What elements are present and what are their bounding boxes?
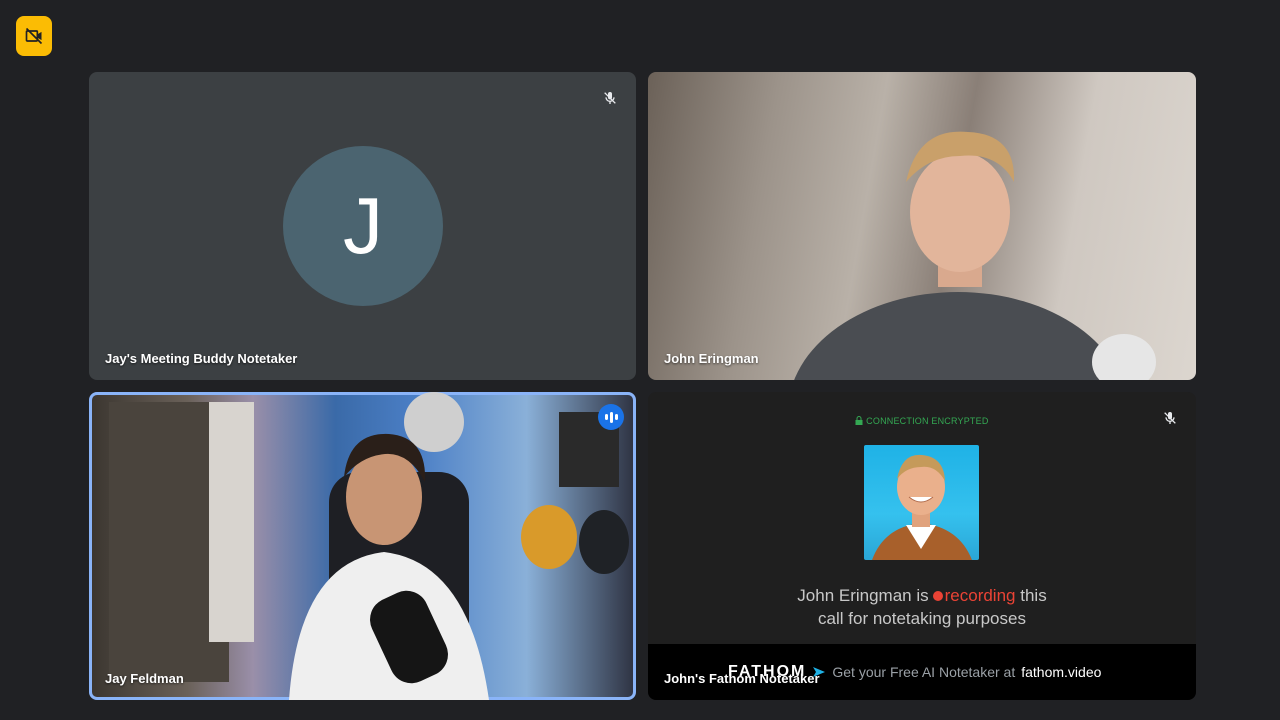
speaking-indicator-icon (598, 404, 624, 430)
participant-tile-meeting-buddy[interactable]: J Jay's Meeting Buddy Notetaker (89, 72, 636, 380)
participant-name: Jay's Meeting Buddy Notetaker (105, 351, 298, 366)
avatar: J (283, 146, 443, 306)
participant-tile-fathom-notetaker[interactable]: CONNECTION ENCRYPTED John Eringman is rec… (648, 392, 1196, 700)
participant-name: John Eringman (664, 351, 759, 366)
mic-off-icon (598, 86, 622, 110)
recording-text-line2: call for notetaking purposes (818, 609, 1026, 628)
recording-dot-icon (932, 591, 943, 602)
connection-status: CONNECTION ENCRYPTED (648, 416, 1196, 426)
participant-tile-john-eringman[interactable]: John Eringman (648, 72, 1196, 380)
profile-photo (864, 445, 979, 560)
participant-tile-jay-feldman[interactable]: Jay Feldman (89, 392, 636, 700)
fathom-promo-text: Get your Free AI Notetaker at (832, 664, 1016, 680)
participant-video (109, 392, 629, 700)
lock-icon (855, 416, 863, 425)
fathom-link[interactable]: fathom.video (1021, 664, 1101, 680)
recording-notice: John Eringman is recording this call for … (648, 584, 1196, 630)
camera-off-badge[interactable] (16, 16, 52, 56)
connection-label: CONNECTION ENCRYPTED (866, 416, 989, 426)
recording-text-part: this (1020, 586, 1047, 605)
recording-word: recording (944, 586, 1016, 605)
participant-video (794, 131, 1156, 380)
participant-name: John's Fathom Notetaker (664, 671, 820, 686)
recording-text-part: John Eringman is (797, 586, 929, 605)
camera-off-icon (25, 27, 43, 45)
participant-name: Jay Feldman (105, 671, 184, 686)
